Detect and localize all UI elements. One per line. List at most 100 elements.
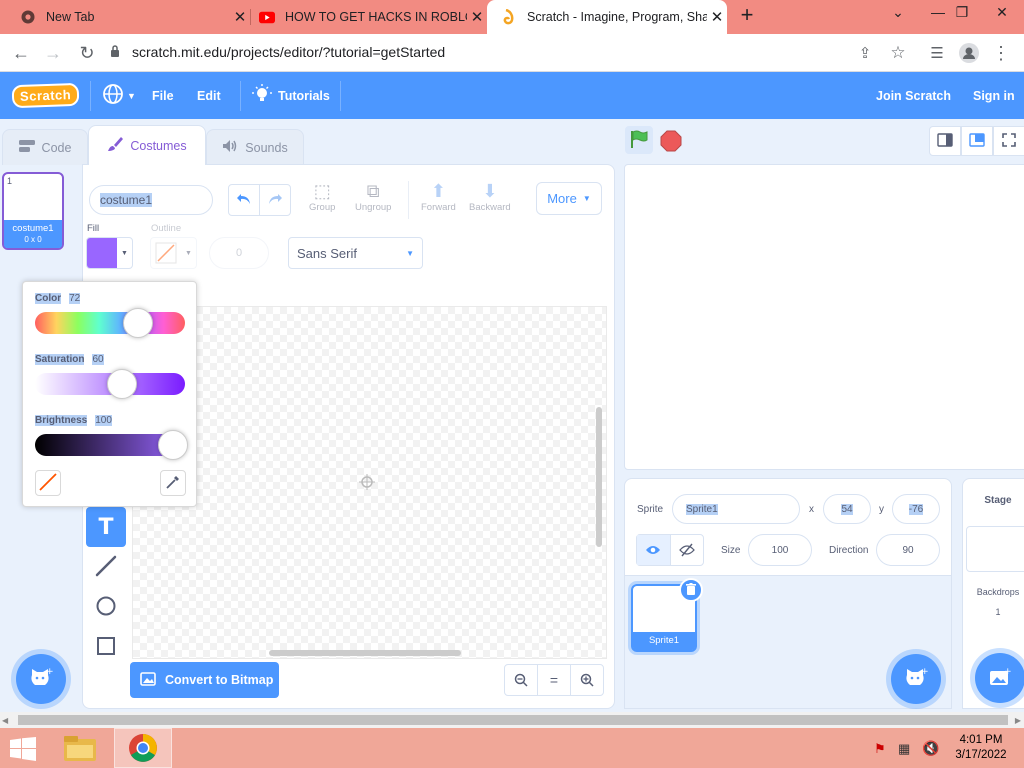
- action-center-flag-icon[interactable]: ⚑: [874, 741, 886, 757]
- eyedropper-button[interactable]: [160, 470, 186, 496]
- color-slider-knob[interactable]: [123, 308, 153, 338]
- bookmark-star-icon[interactable]: ☆: [885, 40, 911, 66]
- font-select[interactable]: Sans Serif ▼: [288, 237, 423, 269]
- fill-color-button[interactable]: ▼: [86, 237, 133, 269]
- tab-close-icon[interactable]: ✕: [467, 8, 487, 26]
- share-icon[interactable]: ⇪: [852, 40, 878, 66]
- choose-costume-button[interactable]: +: [16, 654, 66, 704]
- saturation-label: Saturation 60: [35, 354, 104, 365]
- group-button[interactable]: ⬚ Group: [309, 181, 335, 213]
- line-tool[interactable]: [86, 547, 126, 587]
- costume-name-input[interactable]: costume1: [89, 185, 213, 215]
- scroll-right-icon[interactable]: ▶: [1015, 716, 1021, 725]
- costume-tile-size: 0 x 0: [24, 235, 42, 244]
- circle-tool[interactable]: [86, 587, 126, 627]
- stage-canvas[interactable]: [624, 164, 1024, 470]
- tab-close-icon[interactable]: ✕: [230, 8, 250, 26]
- restore-icon[interactable]: ❐: [942, 4, 982, 21]
- browser-tab-scratch[interactable]: Scratch - Imagine, Program, Share ✕: [487, 0, 727, 34]
- show-sprite-icon[interactable]: [637, 535, 671, 565]
- cat-plus-icon: +: [904, 667, 929, 692]
- canvas-horizontal-scrollbar[interactable]: [269, 650, 461, 656]
- media-control-icon[interactable]: ☰: [924, 40, 950, 66]
- file-menu[interactable]: File: [152, 72, 174, 119]
- chrome-menu-icon[interactable]: ⋮: [988, 40, 1014, 66]
- close-window-icon[interactable]: ✕: [982, 4, 1022, 21]
- profile-avatar[interactable]: [956, 40, 982, 66]
- zoom-reset-icon[interactable]: =: [538, 665, 571, 695]
- zoom-out-icon[interactable]: [505, 665, 538, 695]
- paint-canvas[interactable]: [132, 306, 607, 659]
- small-stage-button[interactable]: [929, 126, 961, 156]
- normal-stage-icon: [969, 132, 985, 150]
- brightness-slider-knob[interactable]: [158, 430, 188, 460]
- windows-start-icon[interactable]: [10, 737, 36, 764]
- new-tab-button[interactable]: +: [727, 2, 767, 28]
- font-select-value: Sans Serif: [297, 245, 357, 261]
- outline-width-input[interactable]: 0: [209, 237, 269, 269]
- scratch-logo[interactable]: Scratch: [11, 72, 80, 119]
- canvas-vertical-scrollbar[interactable]: [596, 407, 602, 547]
- scrollbar-thumb[interactable]: [18, 715, 1008, 725]
- no-fill-button[interactable]: [35, 470, 61, 496]
- zoom-in-icon[interactable]: [571, 665, 603, 695]
- speaker-icon: [222, 139, 238, 156]
- language-menu[interactable]: ▼: [102, 72, 136, 119]
- browser-tab-youtube[interactable]: HOW TO GET HACKS IN ROBLOX ✕: [251, 0, 487, 34]
- brightness-label: Brightness 100: [35, 415, 112, 426]
- network-icon[interactable]: ▦: [898, 741, 910, 757]
- address-bar[interactable]: scratch.mit.edu/projects/editor/?tutoria…: [110, 37, 850, 67]
- ungroup-button[interactable]: ⧉ Ungroup: [355, 181, 391, 213]
- edit-menu[interactable]: Edit: [197, 72, 221, 119]
- more-button[interactable]: More ▼: [536, 182, 602, 215]
- taskbar-clock[interactable]: 4:01 PM 3/17/2022: [948, 733, 1014, 763]
- forward-button[interactable]: ⬆ Forward: [421, 181, 456, 213]
- tab-code[interactable]: Code: [2, 129, 88, 165]
- choose-sprite-button[interactable]: +: [891, 654, 941, 704]
- color-slider[interactable]: [35, 308, 185, 338]
- volume-muted-icon[interactable]: 🔇: [922, 740, 939, 757]
- sprite-name-input[interactable]: Sprite1: [672, 494, 800, 524]
- y-input[interactable]: -76: [892, 494, 940, 524]
- tab-search-icon[interactable]: ⌄: [878, 4, 918, 21]
- tab-costumes[interactable]: Costumes: [88, 125, 206, 165]
- stage-selector-panel[interactable]: Stage Backdrops 1 +: [962, 478, 1024, 709]
- tutorials-menu[interactable]: Tutorials: [252, 72, 330, 119]
- x-input[interactable]: 54: [823, 494, 871, 524]
- scroll-left-icon[interactable]: ◀: [2, 716, 8, 725]
- green-flag-button[interactable]: [625, 126, 653, 154]
- costume-tile[interactable]: 1 costume1 0 x 0: [2, 172, 64, 250]
- undo-button[interactable]: [228, 184, 260, 216]
- redo-button[interactable]: [259, 184, 291, 216]
- hide-sprite-icon[interactable]: [671, 535, 704, 565]
- convert-to-bitmap-button[interactable]: Convert to Bitmap: [130, 662, 279, 698]
- reload-icon[interactable]: ↻: [74, 40, 100, 66]
- normal-stage-button[interactable]: [961, 126, 993, 156]
- saturation-slider[interactable]: [35, 369, 185, 399]
- size-input[interactable]: 100: [748, 534, 812, 566]
- chrome-taskbar-icon[interactable]: [114, 728, 172, 768]
- direction-input[interactable]: 90: [876, 534, 940, 566]
- delete-sprite-button[interactable]: [679, 578, 703, 602]
- chevron-down-icon: ▼: [121, 249, 128, 257]
- choose-backdrop-button[interactable]: +: [975, 653, 1024, 703]
- sign-in-link[interactable]: Sign in: [973, 72, 1015, 119]
- forward-icon[interactable]: →: [40, 40, 66, 66]
- text-tool[interactable]: T: [86, 507, 126, 547]
- tab-close-icon[interactable]: ✕: [707, 8, 727, 26]
- outline-color-button[interactable]: ▼: [150, 237, 197, 269]
- browser-tab-new-tab[interactable]: New Tab ✕: [0, 0, 250, 34]
- tab-sounds[interactable]: Sounds: [206, 129, 304, 165]
- back-icon[interactable]: ←: [8, 40, 34, 66]
- brightness-slider[interactable]: [35, 430, 188, 460]
- page-horizontal-scrollbar[interactable]: ◀ ▶: [0, 712, 1024, 728]
- file-explorer-icon[interactable]: [62, 733, 100, 765]
- backward-button[interactable]: ⬇ Backward: [469, 181, 511, 213]
- fullscreen-button[interactable]: [993, 126, 1024, 156]
- svg-text:+: +: [1004, 667, 1012, 677]
- join-scratch-link[interactable]: Join Scratch: [876, 72, 951, 119]
- rectangle-tool[interactable]: [86, 627, 126, 667]
- saturation-slider-knob[interactable]: [107, 369, 137, 399]
- costume-tile-footer: costume1 0 x 0: [4, 220, 62, 248]
- stop-button[interactable]: [660, 130, 682, 152]
